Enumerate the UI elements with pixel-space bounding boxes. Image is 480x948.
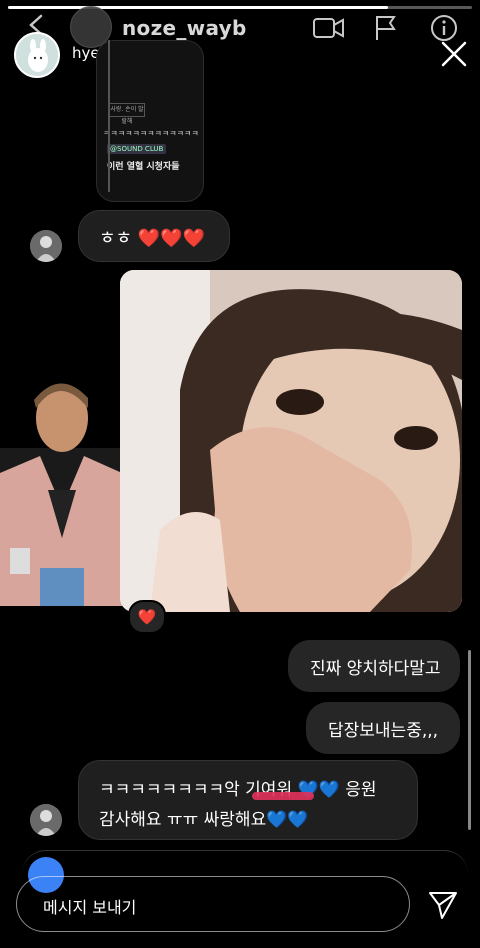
story-avatar[interactable] xyxy=(14,32,60,78)
shared-post-preview[interactable]: 사랑. 손이 발랄해 ㅋㅋㅋㅋㅋㅋㅋㅋㅋㅋㅋㅋㅋ @SOUND CLUB 이런 … xyxy=(96,40,204,202)
message-text-line-2: 감사해요 ㅠㅠ 싸랑해요💙💙 xyxy=(99,810,309,830)
shared-photo[interactable] xyxy=(120,270,462,612)
sent-message-1[interactable]: 진짜 양치하다말고 xyxy=(288,640,460,692)
shared-post-laugh: ㅋㅋㅋㅋㅋㅋㅋㅋㅋㅋㅋㅋㅋ xyxy=(103,129,199,138)
received-message[interactable]: ㅋㅋㅋㅋㅋㅋㅋㅋ악 기여워 💙💙 응원 감사해요 ㅠㅠ 싸랑해요💙💙 xyxy=(78,760,418,840)
shared-post-caption: 이런 열혈 시청자들 xyxy=(107,162,180,172)
divider xyxy=(108,40,110,192)
person-avatar-icon xyxy=(30,804,62,836)
message-text-line-1: ㅋㅋㅋㅋㅋㅋㅋㅋ악 기여워 💙💙 응원 xyxy=(99,780,377,800)
message-text: 답장보내는중,,, xyxy=(328,721,439,741)
message-text: ㅎㅎ ❤️❤️❤️ xyxy=(99,228,206,249)
scrollbar[interactable] xyxy=(468,650,471,830)
send-icon[interactable] xyxy=(426,888,460,922)
shared-post-tag: @SOUND CLUB xyxy=(107,144,167,154)
reply-input[interactable]: 메시지 보내기 xyxy=(16,876,410,932)
close-icon[interactable] xyxy=(438,38,470,70)
message-reaction[interactable]: ❤️ xyxy=(128,600,166,634)
sent-message-2[interactable]: 답장보내는중,,, xyxy=(306,702,460,754)
background-dm-username: noze_wayb xyxy=(122,16,247,40)
sender-avatar[interactable] xyxy=(30,804,62,836)
video-call-icon xyxy=(313,18,344,38)
avatar-illustration-icon xyxy=(16,34,58,76)
flag-icon xyxy=(376,16,396,40)
person-avatar-icon xyxy=(30,230,62,262)
reply-placeholder: 메시지 보내기 xyxy=(43,898,137,917)
message-bubble-hearts[interactable]: ㅎㅎ ❤️❤️❤️ xyxy=(78,210,230,262)
sender-avatar[interactable] xyxy=(30,230,62,262)
woman-sticker-gif[interactable] xyxy=(0,378,122,606)
message-text: 진짜 양치하다말고 xyxy=(310,659,441,679)
shared-post-box: 사랑. 손이 발랄해 xyxy=(109,103,145,125)
highlight-underline xyxy=(252,792,314,800)
